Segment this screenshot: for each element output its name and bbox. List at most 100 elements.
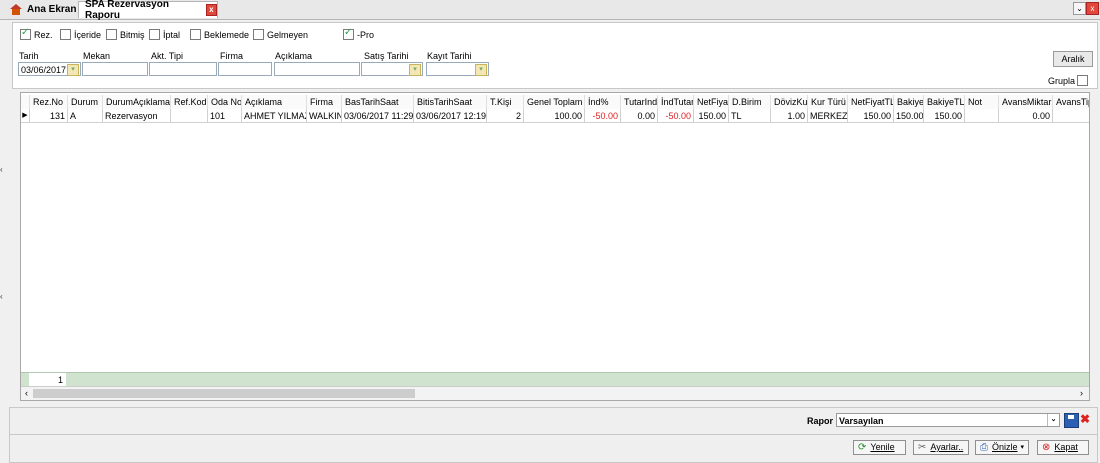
column-header[interactable]: Kur Türü xyxy=(808,95,848,109)
akt-tipi-input[interactable] xyxy=(149,62,217,76)
column-header[interactable]: NetFiyat xyxy=(694,95,729,109)
scrollbar-thumb[interactable] xyxy=(33,389,415,398)
table-cell[interactable]: 03/06/2017 12:19 xyxy=(414,109,487,123)
delete-icon[interactable]: ✖ xyxy=(1080,412,1090,426)
rapor-select[interactable]: Varsayılan ⌄ xyxy=(836,413,1060,427)
column-header[interactable]: BasTarihSaat xyxy=(342,95,414,109)
table-cell[interactable]: 131 xyxy=(30,109,68,123)
column-header[interactable]: Durum xyxy=(68,95,103,109)
column-header[interactable]: Rez.No xyxy=(30,95,68,109)
checkbox-label: Beklemede xyxy=(204,29,250,40)
grupla-checkbox[interactable]: Grupla xyxy=(1048,75,1091,86)
button-label: Ayarlar.. xyxy=(930,442,964,452)
satis-tarihi-input[interactable]: ▾ xyxy=(361,62,423,76)
horizontal-scrollbar[interactable]: ‹ › xyxy=(21,386,1089,400)
checkbox-box[interactable] xyxy=(106,29,117,40)
table-cell[interactable]: MERKEZ xyxy=(808,109,848,123)
checkbox-rez[interactable]: Rez. xyxy=(20,27,53,40)
table-cell[interactable]: 101 xyxy=(208,109,242,123)
aralik-button[interactable]: Aralık xyxy=(1053,51,1093,67)
table-cell[interactable]: -50.00 xyxy=(658,109,694,123)
scroll-right-icon[interactable]: › xyxy=(1076,387,1087,400)
checkbox-box[interactable] xyxy=(343,27,354,40)
checkbox-box[interactable] xyxy=(253,29,264,40)
column-header[interactable]: TutarInd xyxy=(621,95,658,109)
kapat-button[interactable]: ⊗ Kapat xyxy=(1037,440,1089,455)
checkbox-box[interactable] xyxy=(149,29,160,40)
calendar-icon[interactable]: ▾ xyxy=(475,64,487,76)
close-tab-icon[interactable]: x xyxy=(205,4,217,16)
table-cell[interactable]: 150.00 xyxy=(924,109,965,123)
table-cell[interactable] xyxy=(1053,109,1089,123)
checkbox-bitmis[interactable]: Bitmiş xyxy=(106,29,145,40)
table-cell[interactable]: 0.00 xyxy=(621,109,658,123)
table-row[interactable]: ▶ 131 A Rezervasyon 101 AHMET YILMAZ WAL… xyxy=(21,109,1089,123)
chevron-down-icon[interactable]: ⌄ xyxy=(1047,414,1059,426)
tab-spa-rezervasyon-raporu[interactable]: SPA Rezervasyon Raporu x xyxy=(78,0,218,21)
column-header[interactable]: DövizKu xyxy=(771,95,808,109)
chevron-down-icon[interactable]: ▾ xyxy=(1021,440,1025,455)
scroll-left-icon[interactable]: ‹ xyxy=(21,387,32,400)
kayit-tarihi-input[interactable]: ▾ xyxy=(426,62,489,76)
collapse-left-icon[interactable]: ‹ xyxy=(0,165,8,175)
table-cell[interactable]: Rezervasyon xyxy=(103,109,171,123)
checkbox-label: İçeride xyxy=(74,29,102,40)
column-header[interactable]: NetFiyatTL xyxy=(848,95,894,109)
column-header[interactable]: DurumAçıklama xyxy=(103,95,171,109)
column-header[interactable]: Ref.Kod xyxy=(171,95,208,109)
checkbox-box[interactable] xyxy=(1077,75,1089,86)
table-cell[interactable] xyxy=(171,109,208,123)
close-window-icon[interactable]: x xyxy=(1086,2,1099,15)
firma-input[interactable] xyxy=(218,62,272,76)
column-header[interactable]: AvansTipi xyxy=(1053,95,1089,109)
mekan-input[interactable] xyxy=(82,62,148,76)
column-header[interactable]: Firma xyxy=(307,95,342,109)
column-header[interactable]: Oda No xyxy=(208,95,242,109)
table-cell[interactable]: 100.00 xyxy=(524,109,585,123)
checkbox-iceride[interactable]: İçeride xyxy=(60,29,101,40)
calendar-icon[interactable]: ▾ xyxy=(67,64,79,76)
column-header[interactable]: T.Kişi xyxy=(487,95,524,109)
onizle-button[interactable]: ⎙ Önizle ▾ xyxy=(975,440,1029,455)
column-header[interactable]: Bakiye xyxy=(894,95,924,109)
calendar-icon[interactable]: ▾ xyxy=(409,64,421,76)
column-header[interactable]: BitisTarihSaat xyxy=(414,95,487,109)
table-cell[interactable]: 150.00 xyxy=(894,109,924,123)
table-cell[interactable]: 1.00 xyxy=(771,109,808,123)
column-header[interactable]: Açıklama xyxy=(242,95,307,109)
checkbox-iptal[interactable]: İptal xyxy=(149,29,180,40)
checkbox-beklemede[interactable]: Beklemede xyxy=(190,29,249,40)
table-cell[interactable]: -50.00 xyxy=(585,109,621,123)
checkbox-gelmeyen[interactable]: Gelmeyen xyxy=(253,29,308,40)
column-header[interactable]: AvansMiktar xyxy=(999,95,1053,109)
tab-ana-ekran[interactable]: Ana Ekran xyxy=(2,1,78,18)
table-cell[interactable]: 2 xyxy=(487,109,524,123)
column-header[interactable]: BakiyeTL xyxy=(924,95,965,109)
checkbox-box[interactable] xyxy=(60,29,71,40)
table-cell[interactable]: A xyxy=(68,109,103,123)
collapse-left-icon[interactable]: ‹ xyxy=(0,292,8,302)
table-cell[interactable]: AHMET YILMAZ xyxy=(242,109,307,123)
chevron-down-icon[interactable]: ⌄ xyxy=(1073,2,1086,15)
column-header[interactable]: İnd% xyxy=(585,95,621,109)
table-cell[interactable]: TL xyxy=(729,109,771,123)
tarih-input[interactable]: 03/06/2017 ▾ xyxy=(18,62,81,76)
save-icon[interactable] xyxy=(1064,413,1079,428)
table-cell[interactable]: 0.00 xyxy=(999,109,1053,123)
table-cell[interactable]: 150.00 xyxy=(694,109,729,123)
checkbox-box[interactable] xyxy=(190,29,201,40)
column-header[interactable]: D.Birim xyxy=(729,95,771,109)
column-header[interactable]: İndTutar xyxy=(658,95,694,109)
button-label: Kapat xyxy=(1054,442,1078,452)
column-header[interactable]: Not xyxy=(965,95,999,109)
checkbox-pro[interactable]: -Pro xyxy=(343,27,374,40)
table-cell[interactable]: 03/06/2017 11:29 xyxy=(342,109,414,123)
table-cell[interactable]: WALKIN xyxy=(307,109,342,123)
yenile-button[interactable]: ⟳ Yenile xyxy=(853,440,906,455)
ayarlar-button[interactable]: ✂ Ayarlar.. xyxy=(913,440,969,455)
table-cell[interactable] xyxy=(965,109,999,123)
aciklama-input[interactable] xyxy=(274,62,360,76)
checkbox-box[interactable] xyxy=(20,27,31,40)
table-cell[interactable]: 150.00 xyxy=(848,109,894,123)
column-header[interactable]: Genel Toplam xyxy=(524,95,585,109)
